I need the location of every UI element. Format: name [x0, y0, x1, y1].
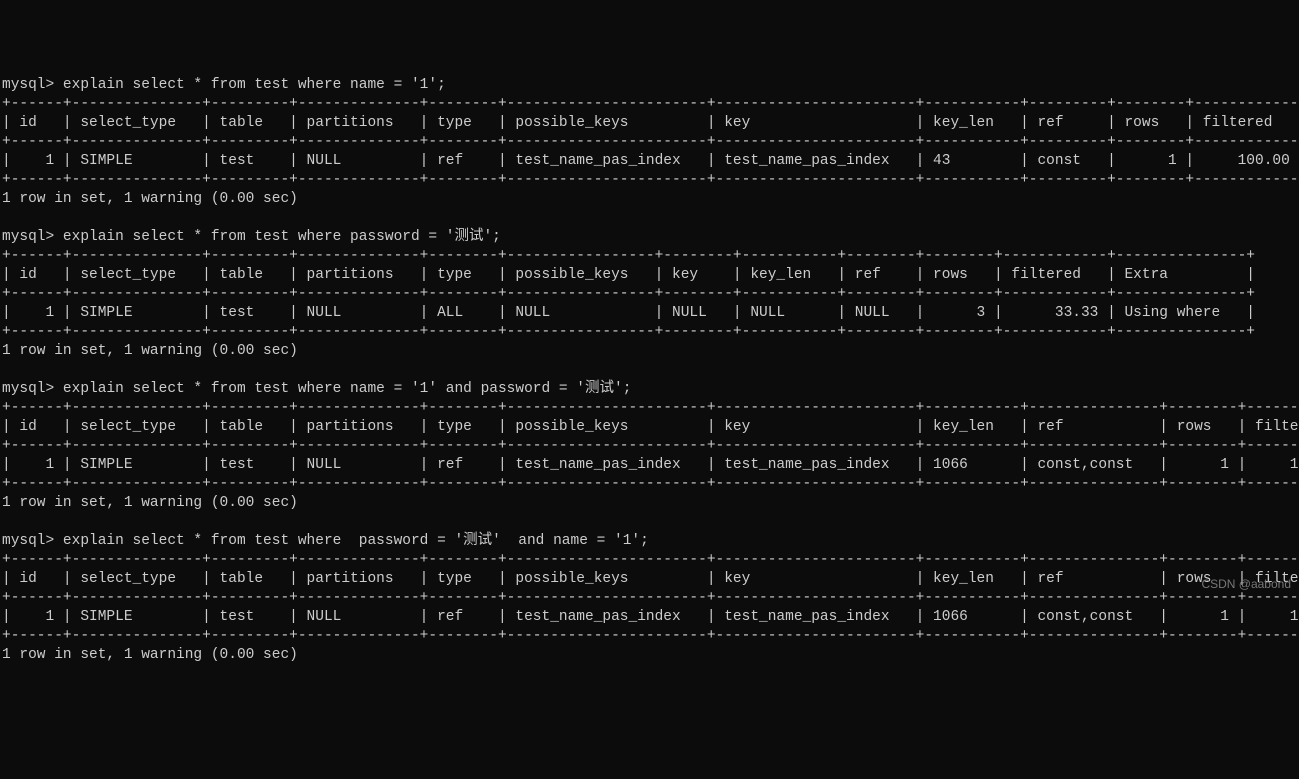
- terminal-output: mysql> explain select * from test where …: [0, 76, 1299, 665]
- watermark: CSDN @aabond: [1201, 575, 1291, 594]
